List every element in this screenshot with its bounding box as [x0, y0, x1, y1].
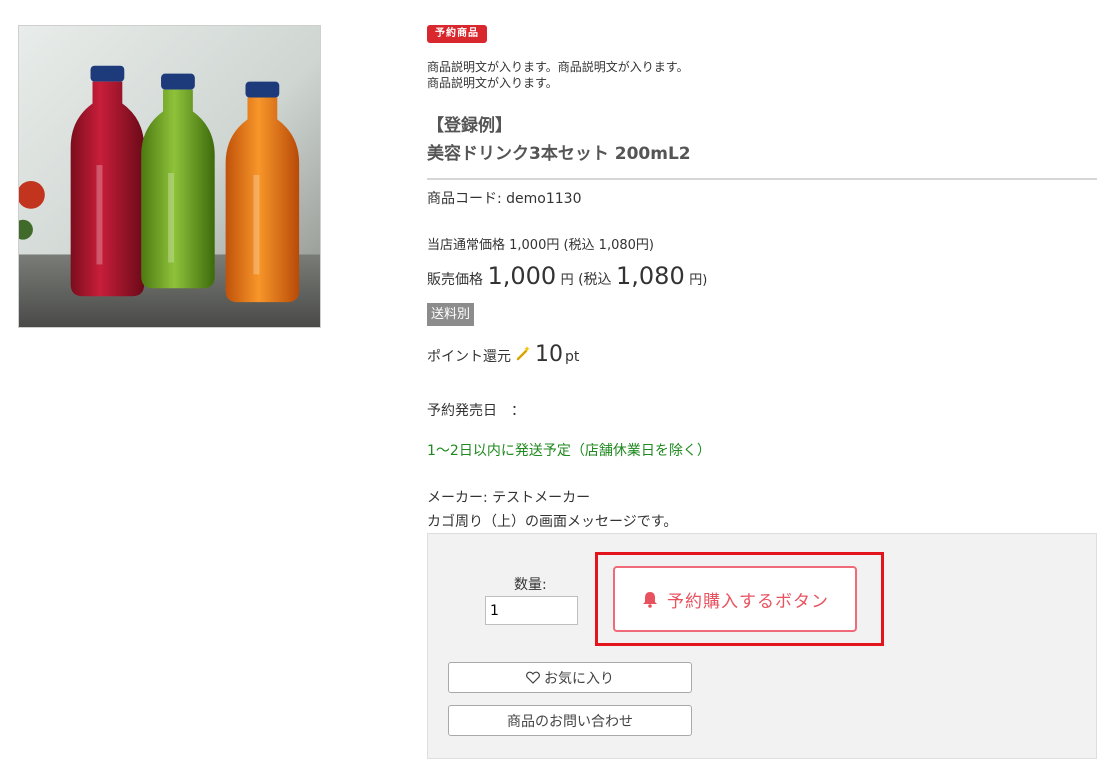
tax-unit: 円) [689, 273, 708, 288]
inquiry-button[interactable]: 商品のお問い合わせ [448, 705, 692, 736]
tax-label: (税込 [578, 272, 612, 288]
sale-price: 販売価格 1,000 円 (税込 1,080 円) [427, 262, 707, 290]
product-code: 商品コード: demo1130 [427, 191, 582, 207]
price-label: 販売価格 [427, 272, 483, 288]
magic-wand-icon [516, 346, 530, 361]
reserve-purchase-button[interactable]: 予約購入するボタン [613, 566, 857, 632]
product-description: 商品説明文が入ります。商品説明文が入ります。 商品説明文が入ります。 [427, 59, 689, 91]
preorder-badge: 予約商品 [427, 25, 487, 43]
shipping-schedule: 1～2日以内に発送予定（店舗休業日を除く） [427, 443, 711, 459]
title-line-2: 美容ドリンク3本セット 200mL2 [427, 144, 691, 164]
release-date: 予約発売日 ： [427, 403, 525, 419]
bell-icon [643, 592, 657, 608]
favorite-label: お気に入り [544, 670, 614, 687]
description-line: 商品説明文が入ります。 [427, 76, 558, 90]
point-unit: pt [565, 349, 580, 365]
description-line: 商品説明文が入ります。商品説明文が入ります。 [427, 60, 689, 74]
juice-bottles-image [19, 26, 320, 327]
maker-name: メーカー: テストメーカー [427, 490, 591, 506]
maker-info: メーカー: テストメーカー カゴ周り（上）の画面メッセージです。 [427, 486, 677, 534]
point-label: ポイント還元 [427, 349, 511, 365]
title-line-1: 【登録例】 [427, 116, 512, 136]
quantity-input[interactable] [485, 596, 578, 625]
inquiry-label: 商品のお問い合わせ [507, 713, 633, 730]
price-unit: 円 [560, 273, 574, 288]
heart-icon [526, 671, 540, 684]
product-title: 【登録例】 美容ドリンク3本セット 200mL2 [427, 112, 1097, 180]
favorite-button[interactable]: お気に入り [448, 662, 692, 693]
price-value: 1,000 [487, 262, 557, 290]
cart-area: 数量: 予約購入するボタン お気に入り 商品のお問い合わせ [427, 533, 1097, 759]
point-reward: ポイント還元 10 pt [427, 342, 579, 367]
point-value: 10 [535, 342, 563, 367]
cart-message: カゴ周り（上）の画面メッセージです。 [427, 514, 678, 530]
regular-price: 当店通常価格 1,000円 (税込 1,080円) [427, 238, 654, 253]
quantity-label: 数量: [514, 577, 547, 593]
reserve-button-label: 予約購入するボタン [667, 591, 829, 612]
shipping-badge: 送料別 [427, 303, 475, 326]
tax-price-value: 1,080 [616, 262, 685, 290]
product-image[interactable] [18, 25, 321, 328]
